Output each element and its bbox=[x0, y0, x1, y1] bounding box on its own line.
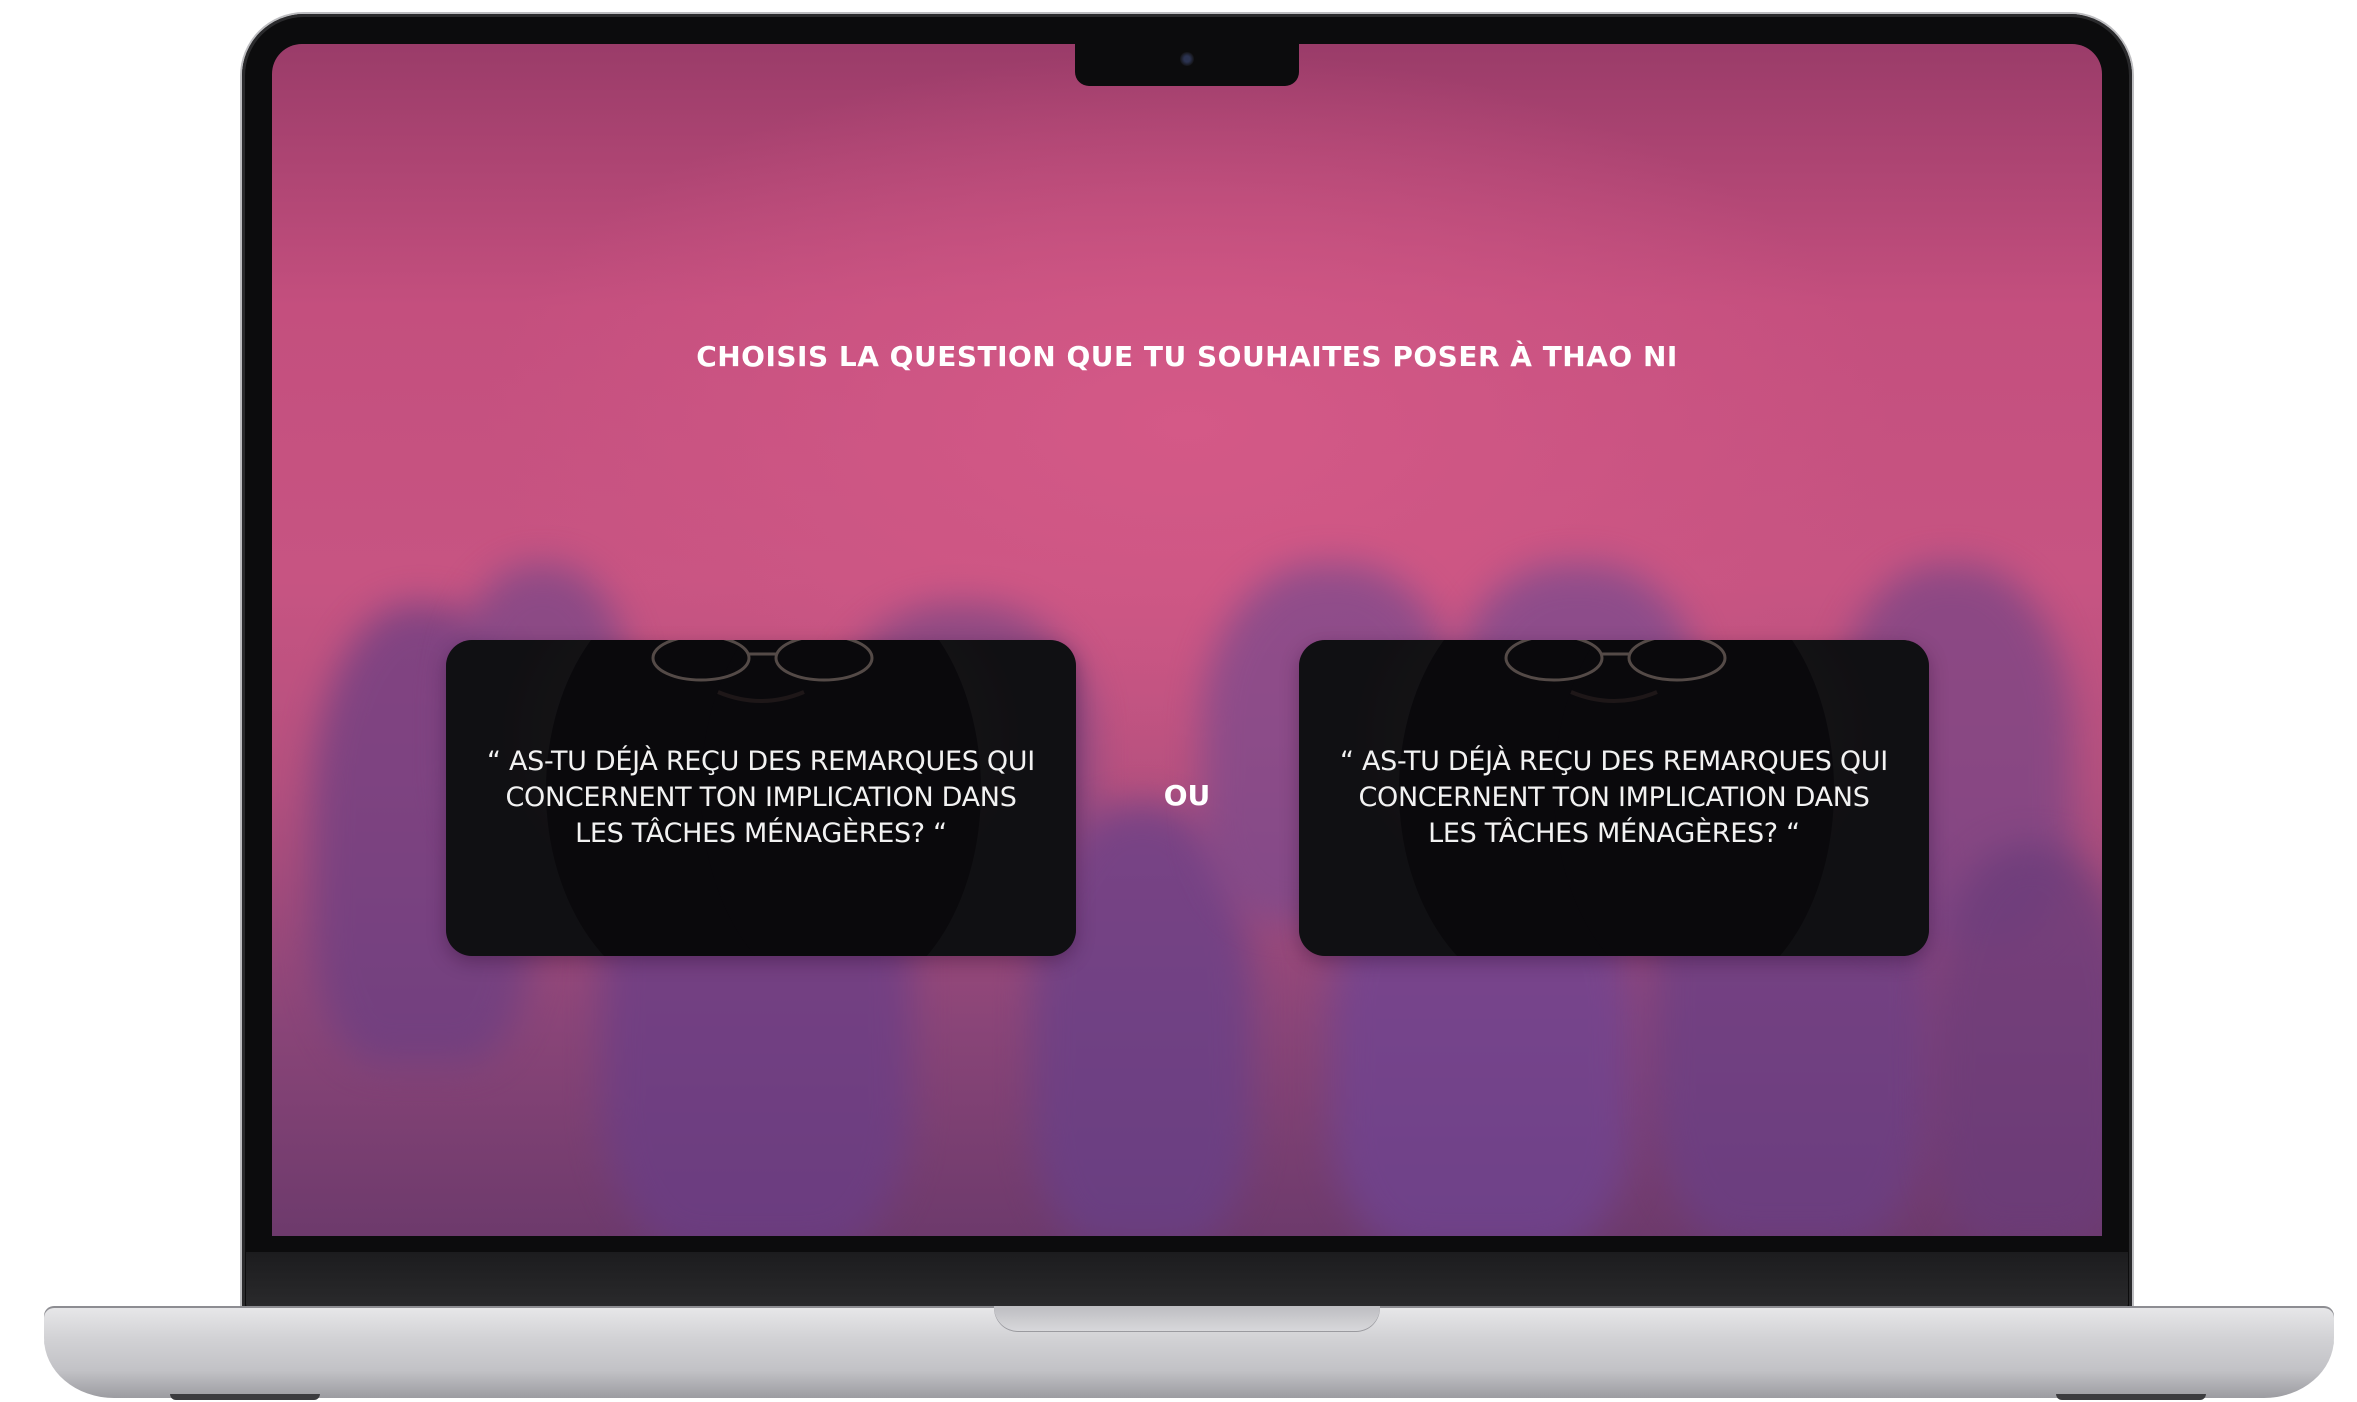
laptop-mockup: CHOISIS LA QUESTION QUE TU SOUHAITES POS… bbox=[0, 0, 2357, 1402]
camera-icon bbox=[1180, 52, 1194, 66]
laptop-hinge bbox=[246, 1252, 2128, 1308]
laptop-opening-notch bbox=[994, 1306, 1380, 1332]
question-card-right[interactable]: “ AS-TU DÉJÀ REÇU DES REMARQUES QUI CONC… bbox=[1299, 640, 1929, 956]
question-text: “ AS-TU DÉJÀ REÇU DES REMARQUES QUI CONC… bbox=[1340, 746, 1888, 849]
page-title: CHOISIS LA QUESTION QUE TU SOUHAITES POS… bbox=[696, 340, 1678, 373]
camera-notch bbox=[1075, 44, 1299, 86]
app-screen: CHOISIS LA QUESTION QUE TU SOUHAITES POS… bbox=[272, 44, 2102, 1236]
laptop-foot bbox=[2056, 1394, 2206, 1400]
laptop-foot bbox=[170, 1394, 320, 1400]
background-fist-shape bbox=[1932, 844, 2102, 1236]
